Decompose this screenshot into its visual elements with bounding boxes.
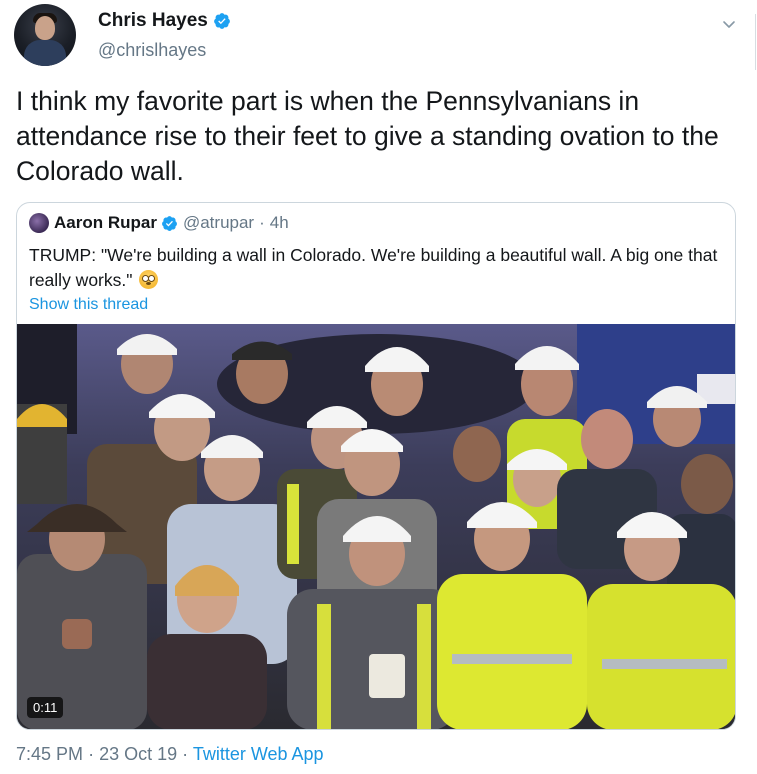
- verified-badge-icon: [213, 13, 230, 29]
- quoted-time: 4h: [269, 213, 289, 232]
- divider: [755, 14, 756, 70]
- tweet-text: I think my favorite part is when the Pen…: [16, 86, 719, 186]
- quoted-tweet[interactable]: Aaron Rupar @atrupar · 4h TRUMP: "We're …: [16, 202, 736, 730]
- author-row: Chris Hayes: [98, 10, 231, 32]
- source-app-link[interactable]: Twitter Web App: [193, 744, 324, 764]
- quoted-text: TRUMP: "We're building a wall in Colorad…: [29, 245, 718, 290]
- video-player[interactable]: 0:11: [17, 324, 735, 729]
- tweet-date[interactable]: 23 Oct 19: [99, 744, 177, 764]
- tweet: Chris Hayes @chrislhayes I think my favo…: [0, 0, 757, 774]
- quoted-author-row: Aaron Rupar @atrupar · 4h: [29, 213, 289, 233]
- show-thread-link[interactable]: Show this thread: [29, 296, 148, 314]
- flushed-face-emoji: [139, 270, 159, 289]
- crowd-video-thumbnail: [17, 324, 735, 729]
- quoted-text-block: TRUMP: "We're building a wall in Colorad…: [29, 243, 725, 293]
- tweet-footer: 7:45 PM · 23 Oct 19 · Twitter Web App: [16, 744, 324, 765]
- handle[interactable]: @chrislhayes: [98, 40, 206, 61]
- separator-dot: ·: [182, 744, 189, 764]
- chevron-down-icon[interactable]: [721, 16, 737, 32]
- separator-dot: ·: [88, 744, 95, 764]
- quoted-avatar: [29, 213, 49, 233]
- quoted-display-name: Aaron Rupar: [54, 213, 157, 232]
- avatar[interactable]: [14, 4, 76, 66]
- separator-dot: ·: [259, 213, 265, 232]
- tweet-time[interactable]: 7:45 PM: [16, 744, 83, 764]
- video-duration: 0:11: [27, 697, 64, 718]
- quoted-handle: @atrupar: [182, 213, 255, 232]
- display-name[interactable]: Chris Hayes: [98, 10, 208, 32]
- verified-badge-icon: [162, 215, 177, 231]
